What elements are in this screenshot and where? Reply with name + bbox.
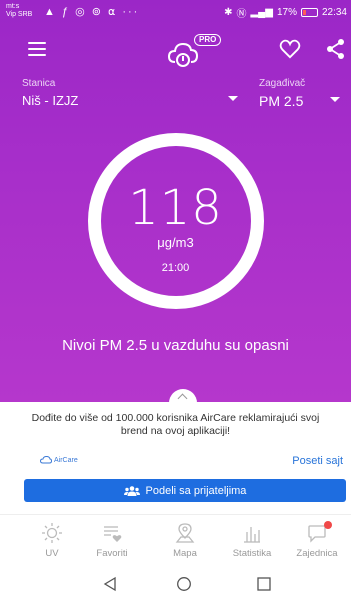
- pollutant-select[interactable]: PM 2.5: [259, 93, 303, 109]
- pollutant-dropdown-icon[interactable]: [330, 97, 340, 102]
- carrier-2: Vip SRB: [6, 11, 33, 18]
- reading-time: 21:00: [161, 262, 190, 274]
- people-icon: [123, 485, 140, 496]
- aircare-logo: AirCare: [40, 456, 78, 464]
- share-icon[interactable]: [326, 38, 346, 60]
- menu-icon[interactable]: [28, 42, 46, 56]
- promo-text: Dođite do više od 100.000 korisnika AirC…: [31, 412, 320, 437]
- tab-favorites-label: Favoriti: [96, 548, 128, 559]
- clock: 22:34: [321, 7, 347, 18]
- tab-map[interactable]: Mapa: [155, 521, 215, 559]
- hero-panel: mt:s Vip SRB ▲ ƒ ◎ ⊚ ⍺ ··· ✱ Ⓝ ▂▄▆ 17% 2…: [0, 0, 351, 402]
- system-status: ✱ Ⓝ ▂▄▆ 17% 22:34: [224, 5, 347, 20]
- share-button-label: Podeli sa prijateljima: [145, 484, 247, 497]
- pollutant-label: Zagađivač: [259, 78, 306, 89]
- battery-icon: [300, 8, 318, 17]
- notification-icons: ▲ ƒ ◎ ⊚ ⍺ ···: [44, 6, 140, 18]
- bluetooth-icon: ✱: [224, 7, 233, 18]
- aqi-value: 118: [128, 180, 223, 236]
- back-icon[interactable]: [102, 576, 118, 592]
- station-dropdown-icon[interactable]: [228, 96, 238, 101]
- pro-badge: PRO: [194, 34, 222, 46]
- tab-statistics[interactable]: Statistika: [222, 521, 282, 559]
- visit-site-link[interactable]: Poseti sajt: [292, 455, 343, 467]
- tab-uv[interactable]: UV: [22, 521, 82, 559]
- notification-dot: [324, 521, 332, 529]
- map-icon: [175, 523, 195, 543]
- stats-icon: [244, 527, 260, 543]
- heart-icon[interactable]: [279, 39, 301, 59]
- signal-icon: ▂▄▆: [250, 7, 273, 18]
- aircare-logo-icon: [40, 456, 52, 464]
- system-nav-bar: [0, 566, 351, 609]
- tab-statistics-label: Statistika: [232, 548, 272, 559]
- station-select[interactable]: Niš - IZJZ: [22, 93, 78, 108]
- status-bar: mt:s Vip SRB ▲ ƒ ◎ ⊚ ⍺ ··· ✱ Ⓝ ▂▄▆ 17% 2…: [0, 0, 351, 26]
- home-icon[interactable]: [176, 576, 192, 592]
- tab-community[interactable]: Zajednica: [287, 521, 347, 559]
- tab-map-label: Mapa: [173, 548, 197, 559]
- carrier-1: mt:s: [6, 3, 20, 10]
- tab-uv-label: UV: [45, 548, 59, 559]
- carrier-info: mt:s Vip SRB: [6, 3, 32, 19]
- app-bar: PRO: [0, 30, 351, 70]
- tab-community-label: Zajednica: [296, 548, 338, 559]
- promo-brand-row: AirCare Poseti sajt: [0, 452, 351, 472]
- aircare-brand-text: AirCare: [54, 456, 78, 464]
- tab-favorites[interactable]: Favoriti: [82, 521, 142, 559]
- recents-icon[interactable]: [256, 576, 272, 592]
- aqi-unit: μg/m3: [157, 235, 194, 250]
- sun-icon: [42, 523, 62, 543]
- air-quality-status: Nivoi PM 2.5 u vazduhu su opasni: [62, 337, 289, 354]
- nfc-icon: Ⓝ: [236, 9, 247, 20]
- bottom-tab-bar: UV Favoriti Mapa Statistika Zajednica: [0, 514, 351, 564]
- favorites-icon: [104, 526, 122, 542]
- battery-text: 17%: [276, 7, 297, 18]
- station-label: Stanica: [22, 78, 56, 89]
- app-logo: PRO: [166, 34, 226, 68]
- share-with-friends-button[interactable]: Podeli sa prijateljima: [24, 479, 346, 502]
